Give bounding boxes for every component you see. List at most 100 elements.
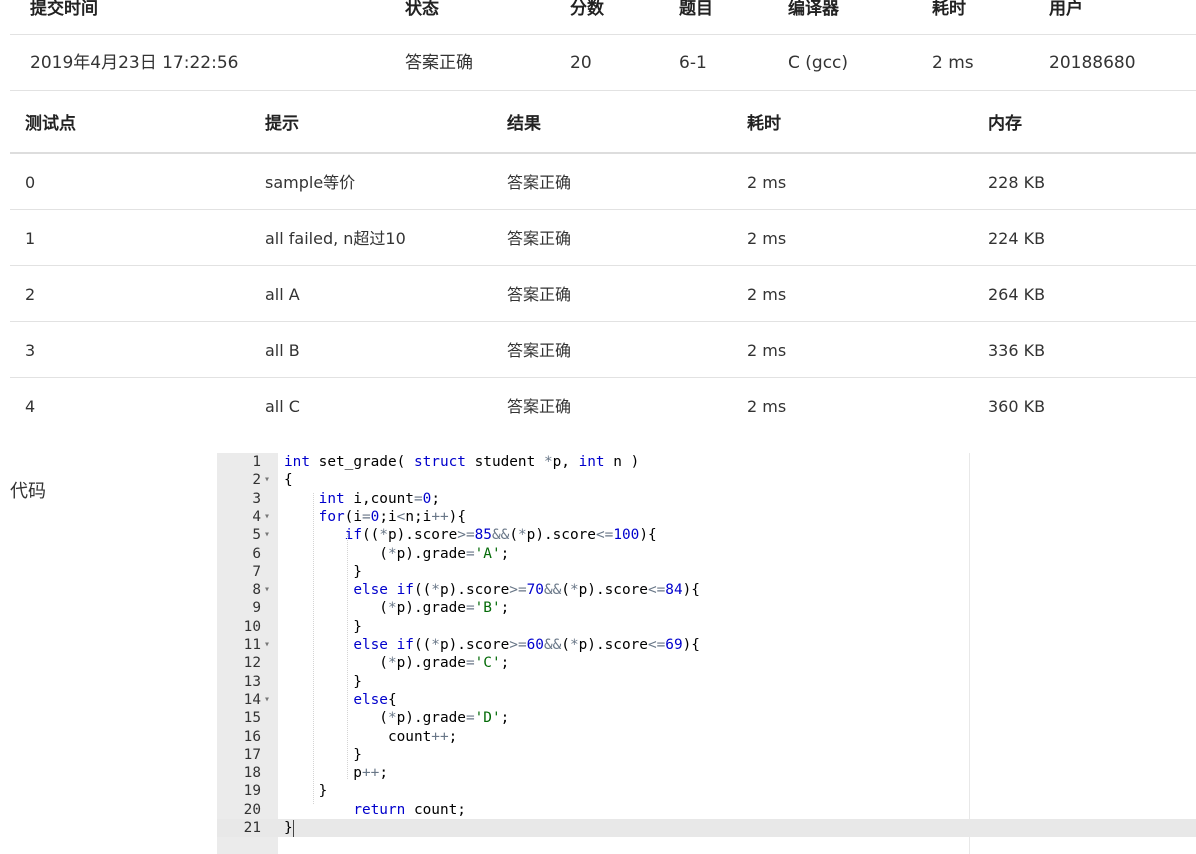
code-line[interactable]: 8 ▾ else if((*p).score>=70&&(*p).score<=8…: [217, 581, 1196, 599]
code-line[interactable]: 10 }: [217, 618, 1196, 636]
code-line[interactable]: 2 ▾ {: [217, 471, 1196, 489]
status-badge: 答案正确: [405, 53, 473, 73]
code-text: if((*p).score>=85&&(*p).score<=100){: [344, 527, 657, 544]
code-text: int i,count=0;: [318, 490, 440, 507]
code-text: (*p).grade='D';: [284, 710, 510, 727]
case-hint: all C: [265, 397, 300, 416]
table-row: 0 sample等价 答案正确 2 ms 228 KB: [10, 154, 1196, 210]
case-result: 答案正确: [507, 285, 572, 304]
code-line[interactable]: 14 ▾ else{: [217, 691, 1196, 709]
text-cursor: [293, 820, 294, 837]
code-line[interactable]: 12 (*p).grade='C';: [217, 654, 1196, 672]
code-line[interactable]: 19 }: [217, 782, 1196, 800]
case-time: 2 ms: [747, 173, 787, 192]
case-result: 答案正确: [507, 229, 572, 248]
code-label: 代码: [10, 481, 46, 502]
code-line[interactable]: 7 }: [217, 563, 1196, 581]
case-result: 答案正确: [507, 341, 572, 360]
code-text: int set_grade( struct student *p, int n …: [284, 454, 640, 470]
code-text: count++;: [284, 728, 458, 745]
code-line[interactable]: 15 (*p).grade='D';: [217, 709, 1196, 727]
fold-toggle-icon[interactable]: ▾: [264, 581, 270, 599]
code-line[interactable]: 6 (*p).grade='A';: [217, 545, 1196, 563]
compiler-value: C (gcc): [788, 53, 849, 73]
code-text: (*p).grade='A';: [284, 545, 510, 562]
code-line[interactable]: 16 count++;: [217, 728, 1196, 746]
case-hint: sample等价: [265, 173, 356, 192]
code-line[interactable]: 13 }: [217, 673, 1196, 691]
line-number: 9: [252, 600, 261, 617]
case-table-header: 测试点 提示 结果 耗时 内存: [10, 92, 1196, 154]
code-editor[interactable]: 1 int set_grade( struct student *p, int n…: [217, 453, 1196, 854]
header-problem: 题目: [679, 0, 713, 19]
code-line[interactable]: 9 (*p).grade='B';: [217, 599, 1196, 617]
table-row: 1 all failed, n超过10 答案正确 2 ms 224 KB: [10, 210, 1196, 266]
code-text: }: [284, 673, 362, 690]
code-text: p++;: [284, 765, 388, 782]
line-number: 16: [243, 728, 261, 745]
line-number: 15: [243, 710, 261, 727]
case-time: 2 ms: [747, 229, 787, 248]
case-result: 答案正确: [507, 397, 572, 416]
case-id: 1: [25, 229, 36, 248]
code-text: }: [284, 563, 362, 580]
problem-link[interactable]: 6-1: [679, 53, 707, 73]
line-number: 5: [252, 527, 261, 544]
code-line[interactable]: 4 ▾ for(i=0;i<n;i++){: [217, 508, 1196, 526]
header-user: 用户: [1049, 0, 1083, 19]
case-hint: all failed, n超过10: [265, 229, 406, 248]
fold-toggle-icon[interactable]: ▾: [264, 508, 270, 526]
code-line[interactable]: 21}: [217, 819, 1196, 838]
line-number: 12: [243, 655, 261, 672]
code-text: return count;: [353, 801, 466, 818]
line-number: 2: [252, 472, 261, 489]
header-compiler: 编译器: [788, 0, 839, 19]
case-memory: 224 KB: [988, 229, 1046, 248]
line-number: 8: [252, 582, 261, 599]
code-line[interactable]: 18 p++;: [217, 764, 1196, 782]
code-line[interactable]: 17 }: [217, 746, 1196, 764]
indent-guide: [313, 493, 315, 805]
fold-toggle-icon[interactable]: ▾: [264, 471, 270, 489]
header-result: 结果: [507, 114, 541, 134]
code-line[interactable]: 1 int set_grade( struct student *p, int n…: [217, 453, 1196, 471]
code-line[interactable]: 5 ▾ if((*p).score>=85&&(*p).score<=100){: [217, 526, 1196, 544]
code-text: (*p).grade='C';: [284, 655, 510, 672]
header-submit-time: 提交时间: [30, 0, 98, 19]
header-elapsed: 耗时: [932, 0, 966, 19]
line-number: 3: [252, 490, 261, 507]
case-hint: all A: [265, 285, 300, 304]
line-number: 6: [252, 545, 261, 562]
header-hint: 提示: [265, 114, 299, 134]
code-text: }: [284, 618, 362, 635]
line-number: 21: [243, 820, 261, 836]
indent-guide: [347, 529, 349, 779]
case-id: 0: [25, 173, 36, 192]
code-line[interactable]: 11 ▾ else if((*p).score>=60&&(*p).score<=…: [217, 636, 1196, 654]
fold-toggle-icon[interactable]: ▾: [264, 526, 270, 544]
line-number: 4: [252, 508, 261, 525]
case-time: 2 ms: [747, 285, 787, 304]
code-line[interactable]: 3 int i,count=0;: [217, 490, 1196, 508]
code-text: }: [284, 783, 328, 800]
score-value: 20: [570, 53, 592, 73]
table-row: 3 all B 答案正确 2 ms 336 KB: [10, 322, 1196, 378]
submit-time: 2019年4月23日 17:22:56: [30, 53, 239, 73]
line-number: 18: [243, 765, 261, 782]
code-text: else{: [353, 691, 397, 708]
code-text: for(i=0;i<n;i++){: [318, 508, 466, 525]
table-row: 2 all A 答案正确 2 ms 264 KB: [10, 266, 1196, 322]
case-id: 4: [25, 397, 36, 416]
header-memory: 内存: [988, 114, 1022, 134]
line-number: 7: [252, 563, 261, 580]
line-number: 13: [243, 673, 261, 690]
code-text: }: [284, 746, 362, 763]
case-result: 答案正确: [507, 173, 572, 192]
fold-toggle-icon[interactable]: ▾: [264, 636, 270, 654]
case-memory: 228 KB: [988, 173, 1046, 192]
code-text: }: [284, 820, 293, 836]
fold-toggle-icon[interactable]: ▾: [264, 691, 270, 709]
submission-row: 2019年4月23日 17:22:56 答案正确 20 6-1 C (gcc) …: [10, 35, 1196, 91]
code-line[interactable]: 20 return count;: [217, 801, 1196, 819]
case-memory: 336 KB: [988, 341, 1046, 360]
